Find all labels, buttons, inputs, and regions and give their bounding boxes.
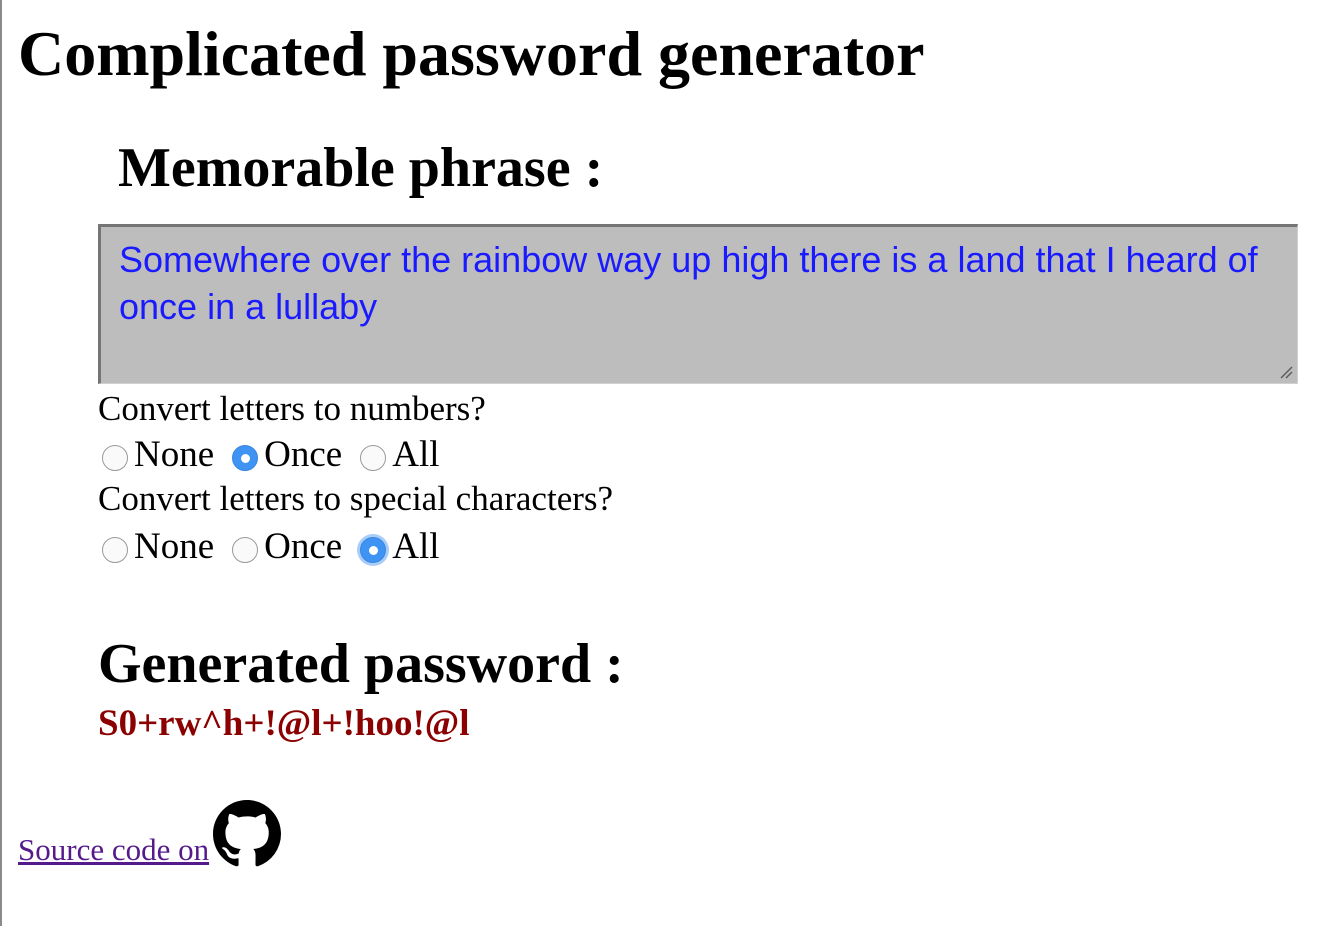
memorable-phrase-textarea[interactable]: Somewhere over the rainbow way up high t… bbox=[98, 224, 1298, 384]
radio-button[interactable] bbox=[102, 537, 128, 563]
radio-button-checked[interactable] bbox=[232, 445, 259, 471]
source-code-link-text: Source code on bbox=[18, 832, 210, 867]
memorable-phrase-heading: Memorable phrase : bbox=[118, 137, 604, 199]
numbers-option-all[interactable]: All bbox=[356, 433, 440, 476]
github-icon[interactable] bbox=[213, 800, 282, 868]
window-left-border bbox=[0, 0, 2, 926]
memorable-phrase-text: Somewhere over the rainbow way up high t… bbox=[119, 239, 1258, 327]
numbers-option-none[interactable]: None bbox=[98, 433, 214, 476]
special-option-none[interactable]: None bbox=[98, 525, 214, 568]
option-label: All bbox=[392, 433, 440, 475]
numbers-radio-group: None Once All bbox=[98, 432, 454, 476]
option-label: Once bbox=[264, 433, 343, 475]
option-label: Once bbox=[264, 525, 343, 567]
source-code-link[interactable]: Source code on bbox=[18, 800, 282, 868]
special-question: Convert letters to special characters? bbox=[98, 479, 614, 518]
special-option-all[interactable]: All bbox=[356, 525, 440, 568]
radio-button[interactable] bbox=[232, 537, 259, 563]
page-title: Complicated password generator bbox=[18, 18, 925, 89]
generated-password-heading: Generated password : bbox=[98, 633, 624, 695]
special-radio-group: None Once All bbox=[98, 524, 454, 568]
special-option-once[interactable]: Once bbox=[228, 525, 342, 568]
option-label: None bbox=[134, 433, 215, 475]
resize-grip-icon[interactable] bbox=[1279, 365, 1293, 379]
radio-button[interactable] bbox=[102, 445, 128, 471]
radio-button-checked[interactable] bbox=[360, 537, 387, 563]
radio-button[interactable] bbox=[360, 445, 387, 471]
option-label: All bbox=[392, 525, 440, 567]
numbers-option-once[interactable]: Once bbox=[228, 433, 342, 476]
numbers-question: Convert letters to numbers? bbox=[98, 389, 486, 428]
generated-password-value: S0+rw^h+!@l+!hoo!@l bbox=[98, 703, 470, 744]
option-label: None bbox=[134, 525, 215, 567]
